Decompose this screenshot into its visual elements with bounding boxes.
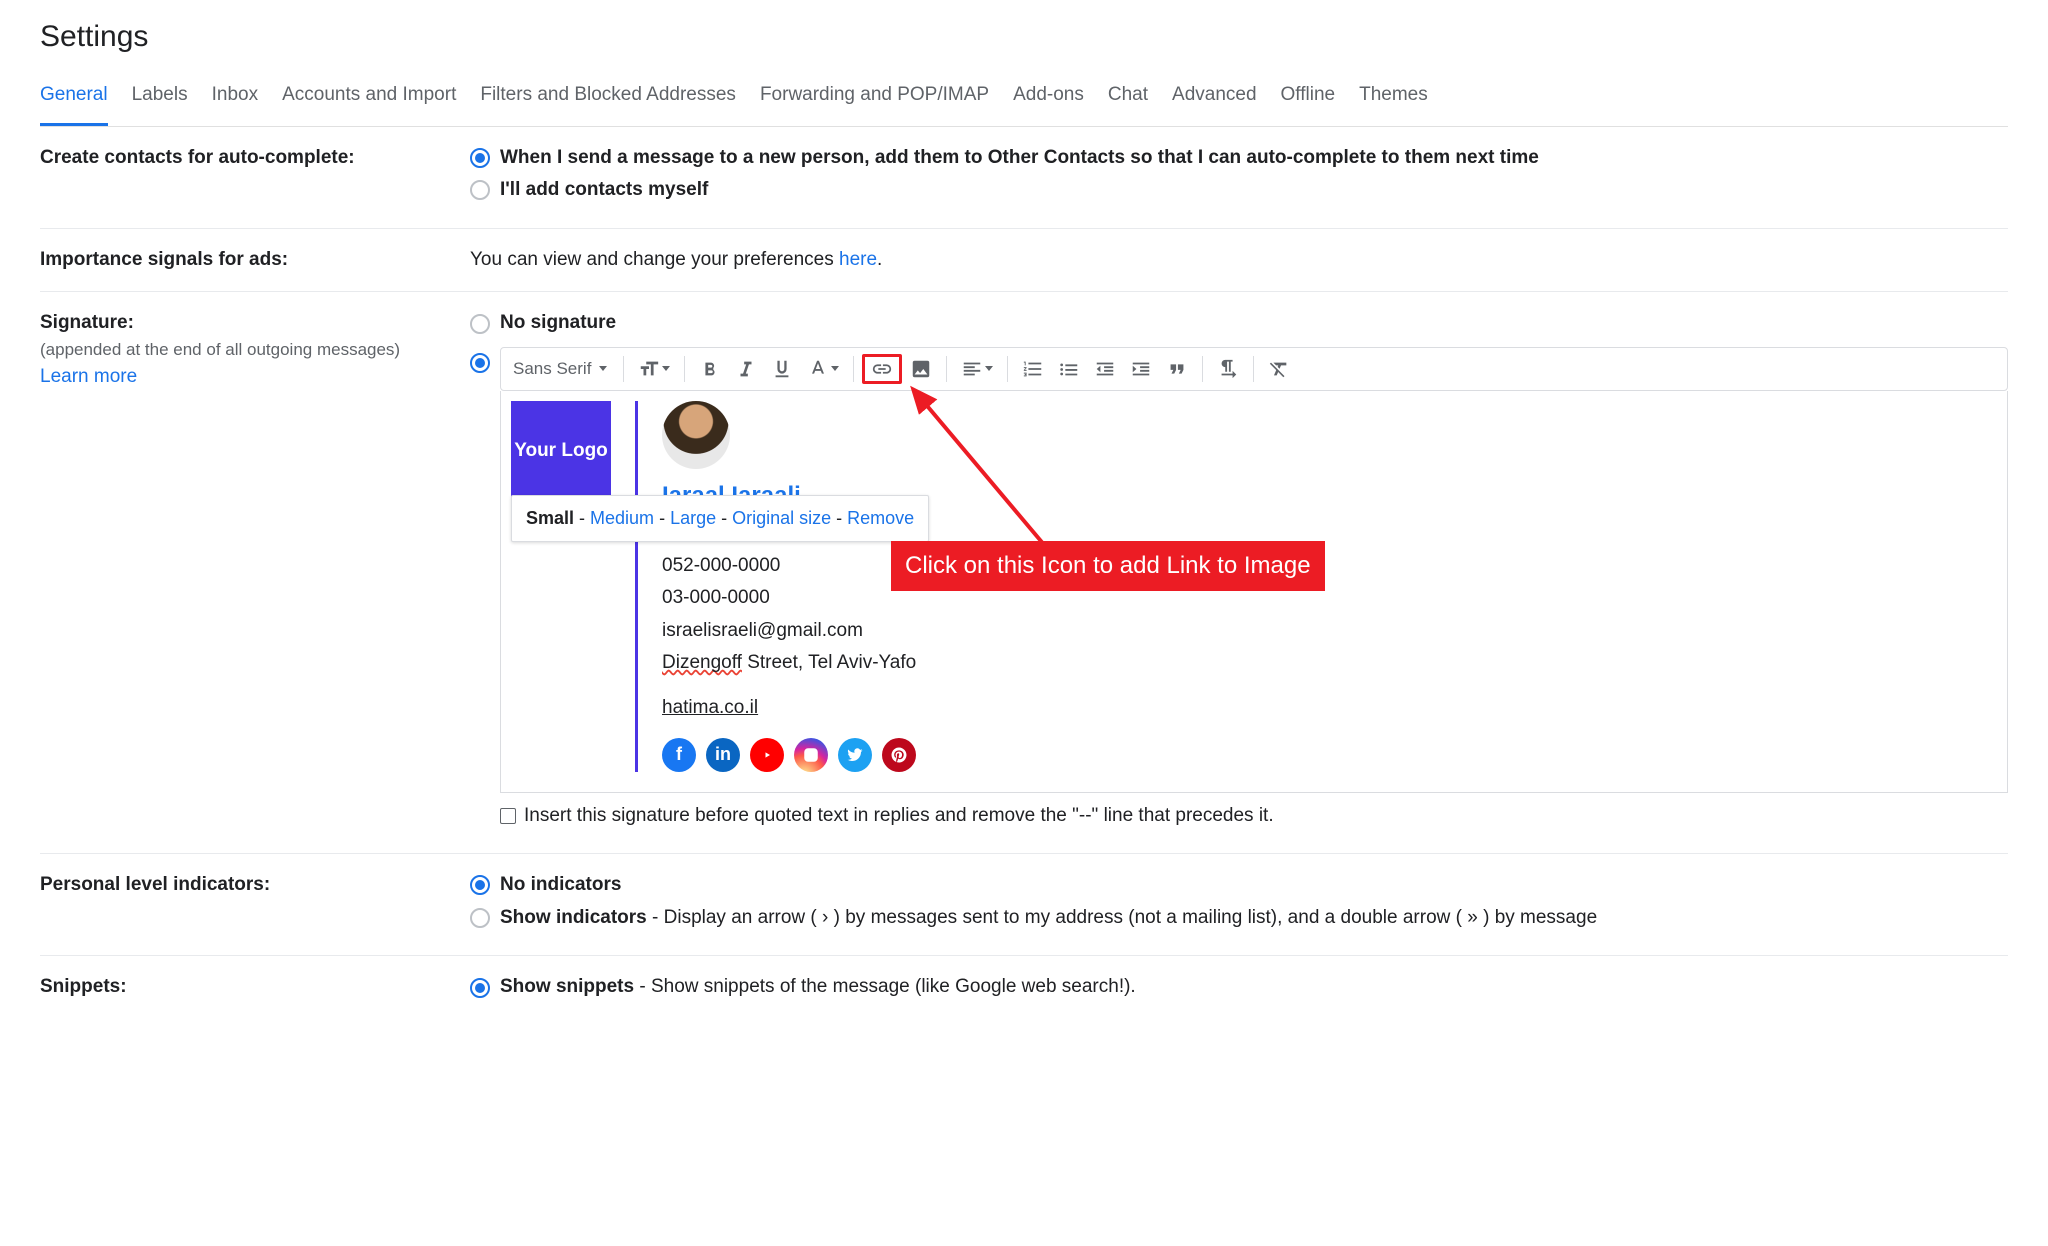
tab-labels[interactable]: Labels xyxy=(132,82,188,126)
indent-more-button[interactable] xyxy=(1124,354,1158,384)
text-color-button[interactable] xyxy=(801,354,845,384)
italic-button[interactable] xyxy=(729,354,763,384)
size-remove[interactable]: Remove xyxy=(847,508,914,528)
numbered-list-button[interactable] xyxy=(1016,354,1050,384)
radio-show-snippets[interactable] xyxy=(470,978,490,998)
signature-learn-more-link[interactable]: Learn more xyxy=(40,366,137,387)
quote-button[interactable] xyxy=(1160,354,1194,384)
page-title: Settings xyxy=(40,0,2008,82)
radio-no-indicators[interactable] xyxy=(470,875,490,895)
insert-image-button[interactable] xyxy=(904,354,938,384)
signature-website: hatima.co.il xyxy=(662,695,916,722)
auto-contacts-label: Create contacts for auto-complete: xyxy=(40,145,470,210)
section-snippets: Snippets: Show snippets - Show snippets … xyxy=(40,956,2008,1025)
pinterest-icon[interactable] xyxy=(882,738,916,772)
section-indicators: Personal level indicators: No indicators… xyxy=(40,854,2008,956)
tab-themes[interactable]: Themes xyxy=(1359,82,1428,126)
tab-offline[interactable]: Offline xyxy=(1281,82,1336,126)
radio-no-signature-label: No signature xyxy=(500,310,616,337)
size-large[interactable]: Large xyxy=(670,508,716,528)
clear-formatting-button[interactable] xyxy=(1262,354,1296,384)
snippets-label: Snippets: xyxy=(40,974,470,1007)
settings-tabs: General Labels Inbox Accounts and Import… xyxy=(40,82,2008,127)
text-direction-button[interactable] xyxy=(1211,354,1245,384)
radio-show-indicators-desc: - Display an arrow ( › ) by messages sen… xyxy=(647,907,1597,928)
annotation-callout: Click on this Icon to add Link to Image xyxy=(891,541,1325,591)
underline-button[interactable] xyxy=(765,354,799,384)
radio-use-signature[interactable] xyxy=(470,353,490,373)
signature-phone-2: 03-000-0000 xyxy=(662,585,916,612)
radio-show-indicators[interactable] xyxy=(470,908,490,928)
ad-text-after: . xyxy=(877,249,882,270)
insert-before-quoted-checkbox[interactable] xyxy=(500,808,516,824)
signature-address: Dizengoff Street, Tel Aviv-Yafo xyxy=(662,650,916,677)
radio-show-snippets-label: Show snippets xyxy=(500,976,634,997)
facebook-icon[interactable]: f xyxy=(662,738,696,772)
size-original[interactable]: Original size xyxy=(732,508,831,528)
size-medium[interactable]: Medium xyxy=(590,508,654,528)
section-ad-signals: Importance signals for ads: You can view… xyxy=(40,229,2008,293)
insert-link-button[interactable] xyxy=(862,354,902,384)
signature-editor[interactable]: Your Logo Iaraal Iaraali 052-000-0000 03… xyxy=(500,391,2008,793)
image-size-popup: Small - Medium - Large - Original size -… xyxy=(511,495,929,542)
linkedin-icon[interactable]: in xyxy=(706,738,740,772)
your-logo-placeholder[interactable]: Your Logo xyxy=(511,401,611,501)
divider xyxy=(635,401,638,772)
font-size-button[interactable] xyxy=(632,354,676,384)
radio-show-indicators-label: Show indicators xyxy=(500,907,647,928)
section-auto-contacts: Create contacts for auto-complete: When … xyxy=(40,127,2008,229)
signature-email: israelisraeli@gmail.com xyxy=(662,618,916,645)
radio-add-myself-label: I'll add contacts myself xyxy=(500,177,708,204)
radio-no-indicators-label: No indicators xyxy=(500,872,621,899)
signature-phone-1: 052-000-0000 xyxy=(662,553,916,580)
size-small[interactable]: Small xyxy=(526,508,574,528)
ad-text-before: You can view and change your preferences xyxy=(470,249,839,270)
radio-auto-add[interactable] xyxy=(470,148,490,168)
signature-toolbar: Sans Serif xyxy=(500,347,2008,391)
tab-add-ons[interactable]: Add-ons xyxy=(1013,82,1084,126)
indicators-label: Personal level indicators: xyxy=(40,872,470,937)
radio-show-snippets-desc: - Show snippets of the message (like Goo… xyxy=(634,976,1136,997)
indent-less-button[interactable] xyxy=(1088,354,1122,384)
tab-filters-blocked[interactable]: Filters and Blocked Addresses xyxy=(480,82,736,126)
signature-social-icons: f in xyxy=(662,738,916,772)
align-button[interactable] xyxy=(955,354,999,384)
twitter-icon[interactable] xyxy=(838,738,872,772)
radio-auto-add-label: When I send a message to a new person, a… xyxy=(500,145,1539,172)
tab-advanced[interactable]: Advanced xyxy=(1172,82,1257,126)
ad-preferences-link[interactable]: here xyxy=(839,249,877,270)
ad-signals-label: Importance signals for ads: xyxy=(40,247,470,274)
tab-forwarding-pop-imap[interactable]: Forwarding and POP/IMAP xyxy=(760,82,989,126)
avatar-image[interactable] xyxy=(662,401,730,469)
insert-before-quoted-label: Insert this signature before quoted text… xyxy=(524,803,1274,830)
font-family-select[interactable]: Sans Serif xyxy=(509,355,615,383)
bullet-list-button[interactable] xyxy=(1052,354,1086,384)
section-signature: Signature: (appended at the end of all o… xyxy=(40,292,2008,854)
tab-general[interactable]: General xyxy=(40,82,108,126)
signature-label: Signature: xyxy=(40,312,134,333)
tab-chat[interactable]: Chat xyxy=(1108,82,1148,126)
tab-accounts-import[interactable]: Accounts and Import xyxy=(282,82,456,126)
radio-no-signature[interactable] xyxy=(470,314,490,334)
tab-inbox[interactable]: Inbox xyxy=(212,82,258,126)
instagram-icon[interactable] xyxy=(794,738,828,772)
radio-add-myself[interactable] xyxy=(470,180,490,200)
bold-button[interactable] xyxy=(693,354,727,384)
signature-sub: (appended at the end of all outgoing mes… xyxy=(40,340,400,359)
youtube-icon[interactable] xyxy=(750,738,784,772)
